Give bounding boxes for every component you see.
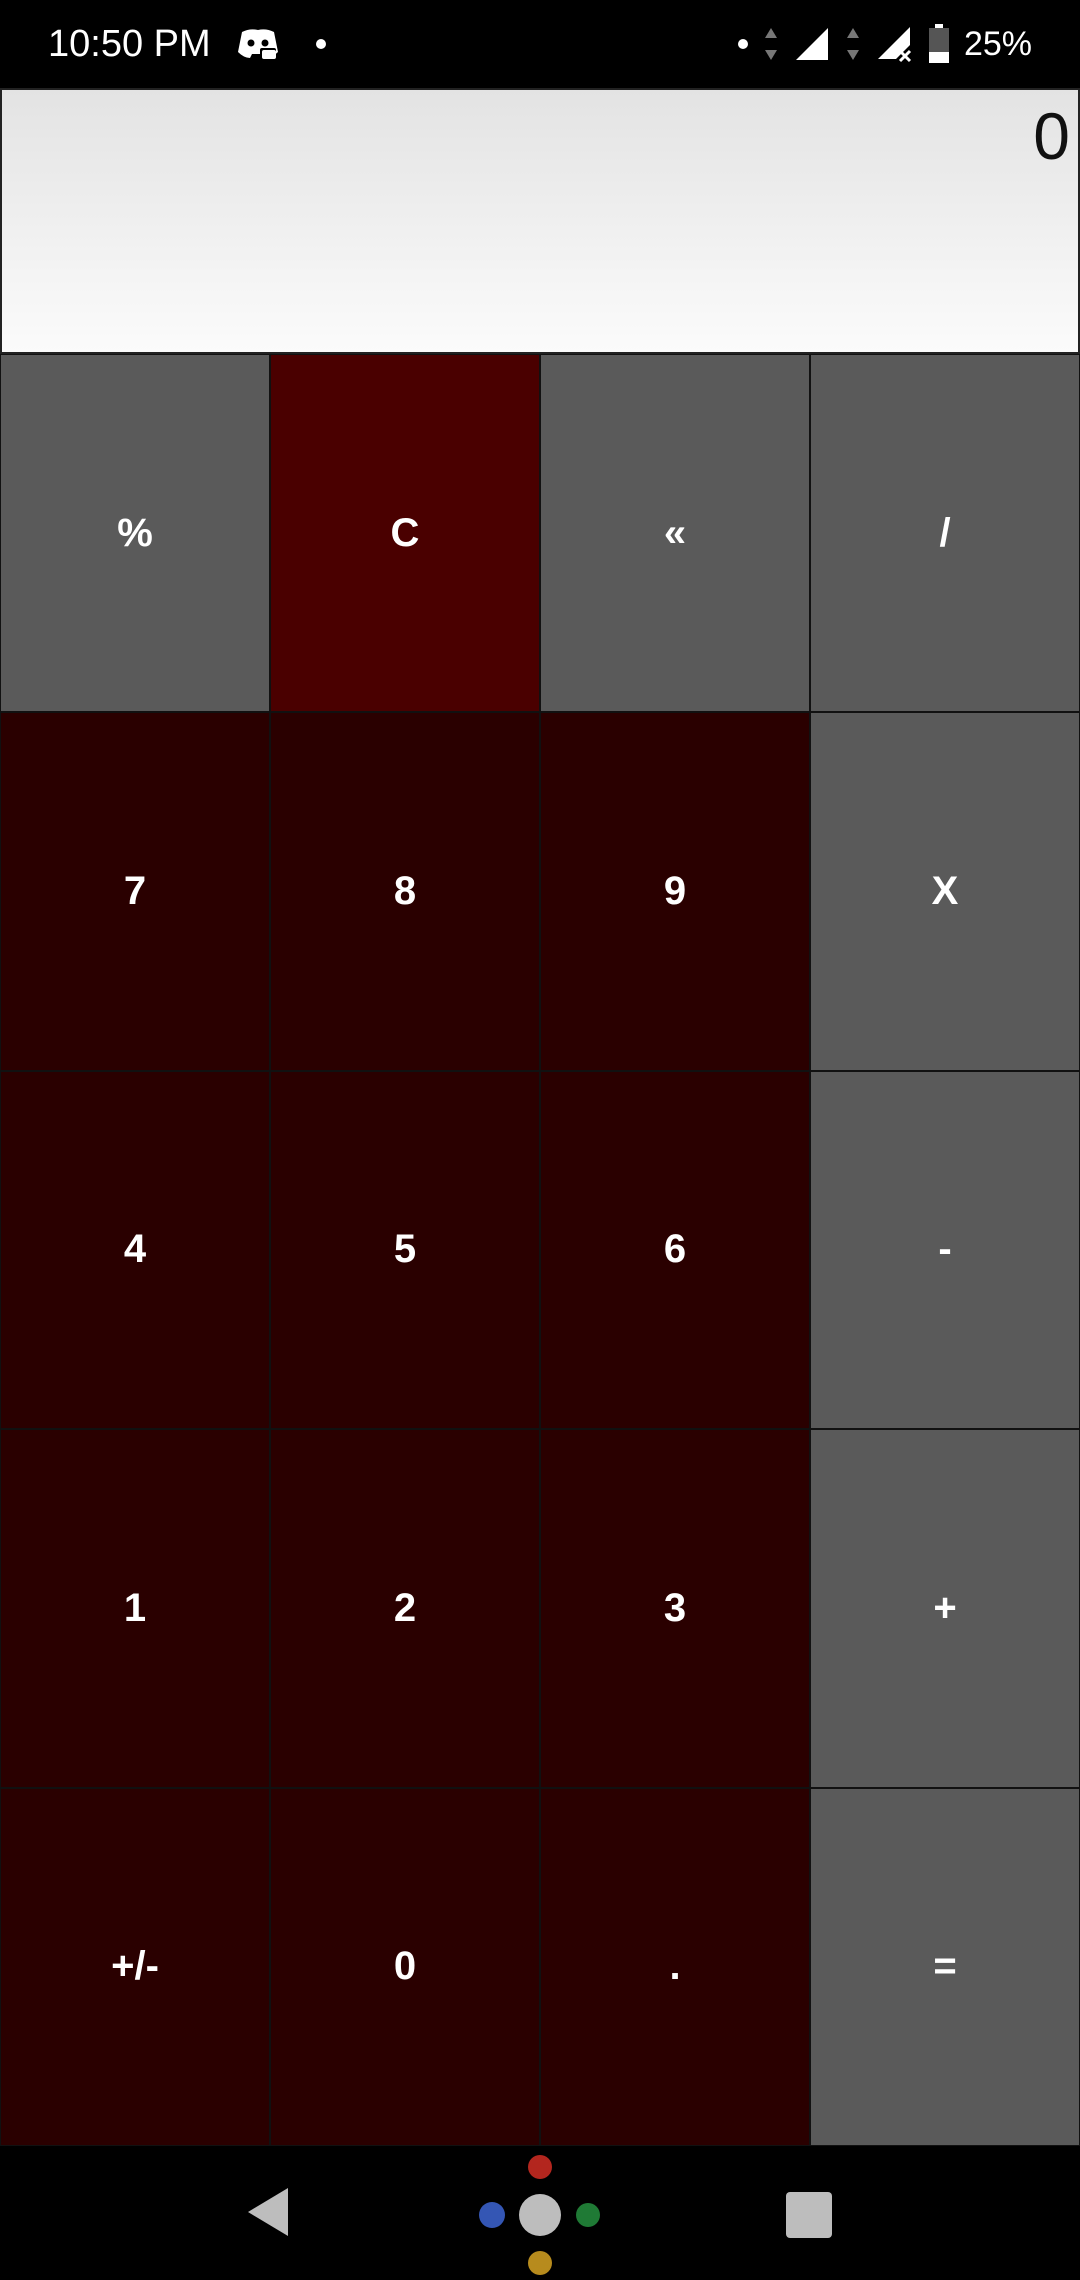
data-arrows-icon-2: [846, 28, 859, 60]
digit-5-button[interactable]: 5: [270, 1070, 540, 1430]
calculator-display: 0: [0, 88, 1080, 354]
multiply-button[interactable]: X: [810, 712, 1080, 1071]
battery-icon: [928, 24, 949, 63]
subtract-button[interactable]: -: [810, 1070, 1080, 1430]
digit-8-button[interactable]: 8: [270, 712, 540, 1071]
status-time: 10:50 PM: [48, 22, 211, 65]
back-icon[interactable]: [244, 2186, 292, 2238]
data-arrows-icon: [764, 28, 777, 60]
equals-button[interactable]: =: [810, 1787, 1080, 2146]
status-bar: 10:50 PM 25%: [0, 0, 1080, 88]
status-right-icons: 25%: [737, 0, 1032, 88]
status-left-icons: [236, 0, 326, 88]
assistant-home-icon[interactable]: [470, 2148, 610, 2278]
signal-icon: [795, 28, 828, 60]
digit-9-button[interactable]: 9: [540, 712, 810, 1071]
dot-icon: [737, 39, 748, 49]
digit-4-button[interactable]: 4: [0, 1070, 270, 1430]
digit-7-button[interactable]: 7: [0, 712, 270, 1071]
divide-button[interactable]: /: [810, 354, 1080, 713]
digit-2-button[interactable]: 2: [270, 1429, 540, 1788]
digit-1-button[interactable]: 1: [0, 1429, 270, 1788]
digit-0-button[interactable]: 0: [270, 1787, 540, 2146]
negate-button[interactable]: +/-: [0, 1787, 270, 2146]
digit-3-button[interactable]: 3: [540, 1429, 810, 1788]
discord-icon: [238, 29, 278, 60]
recents-icon[interactable]: [786, 2192, 832, 2238]
display-value: 0: [1033, 99, 1070, 173]
battery-percent: 25%: [963, 24, 1032, 63]
add-button[interactable]: +: [810, 1429, 1080, 1788]
backspace-button[interactable]: «: [540, 354, 810, 713]
percent-button[interactable]: %: [0, 354, 270, 713]
navigation-bar: [0, 2146, 1080, 2280]
signal-no-sim-icon: [877, 27, 911, 63]
keypad: % C « / 7 8 9 X 4 5 6 - 1 2 3 + +/- 0 . …: [0, 354, 1080, 2146]
notification-dot: [316, 39, 326, 49]
digit-6-button[interactable]: 6: [540, 1070, 810, 1430]
clear-button[interactable]: C: [270, 354, 540, 713]
decimal-button[interactable]: .: [540, 1787, 810, 2146]
